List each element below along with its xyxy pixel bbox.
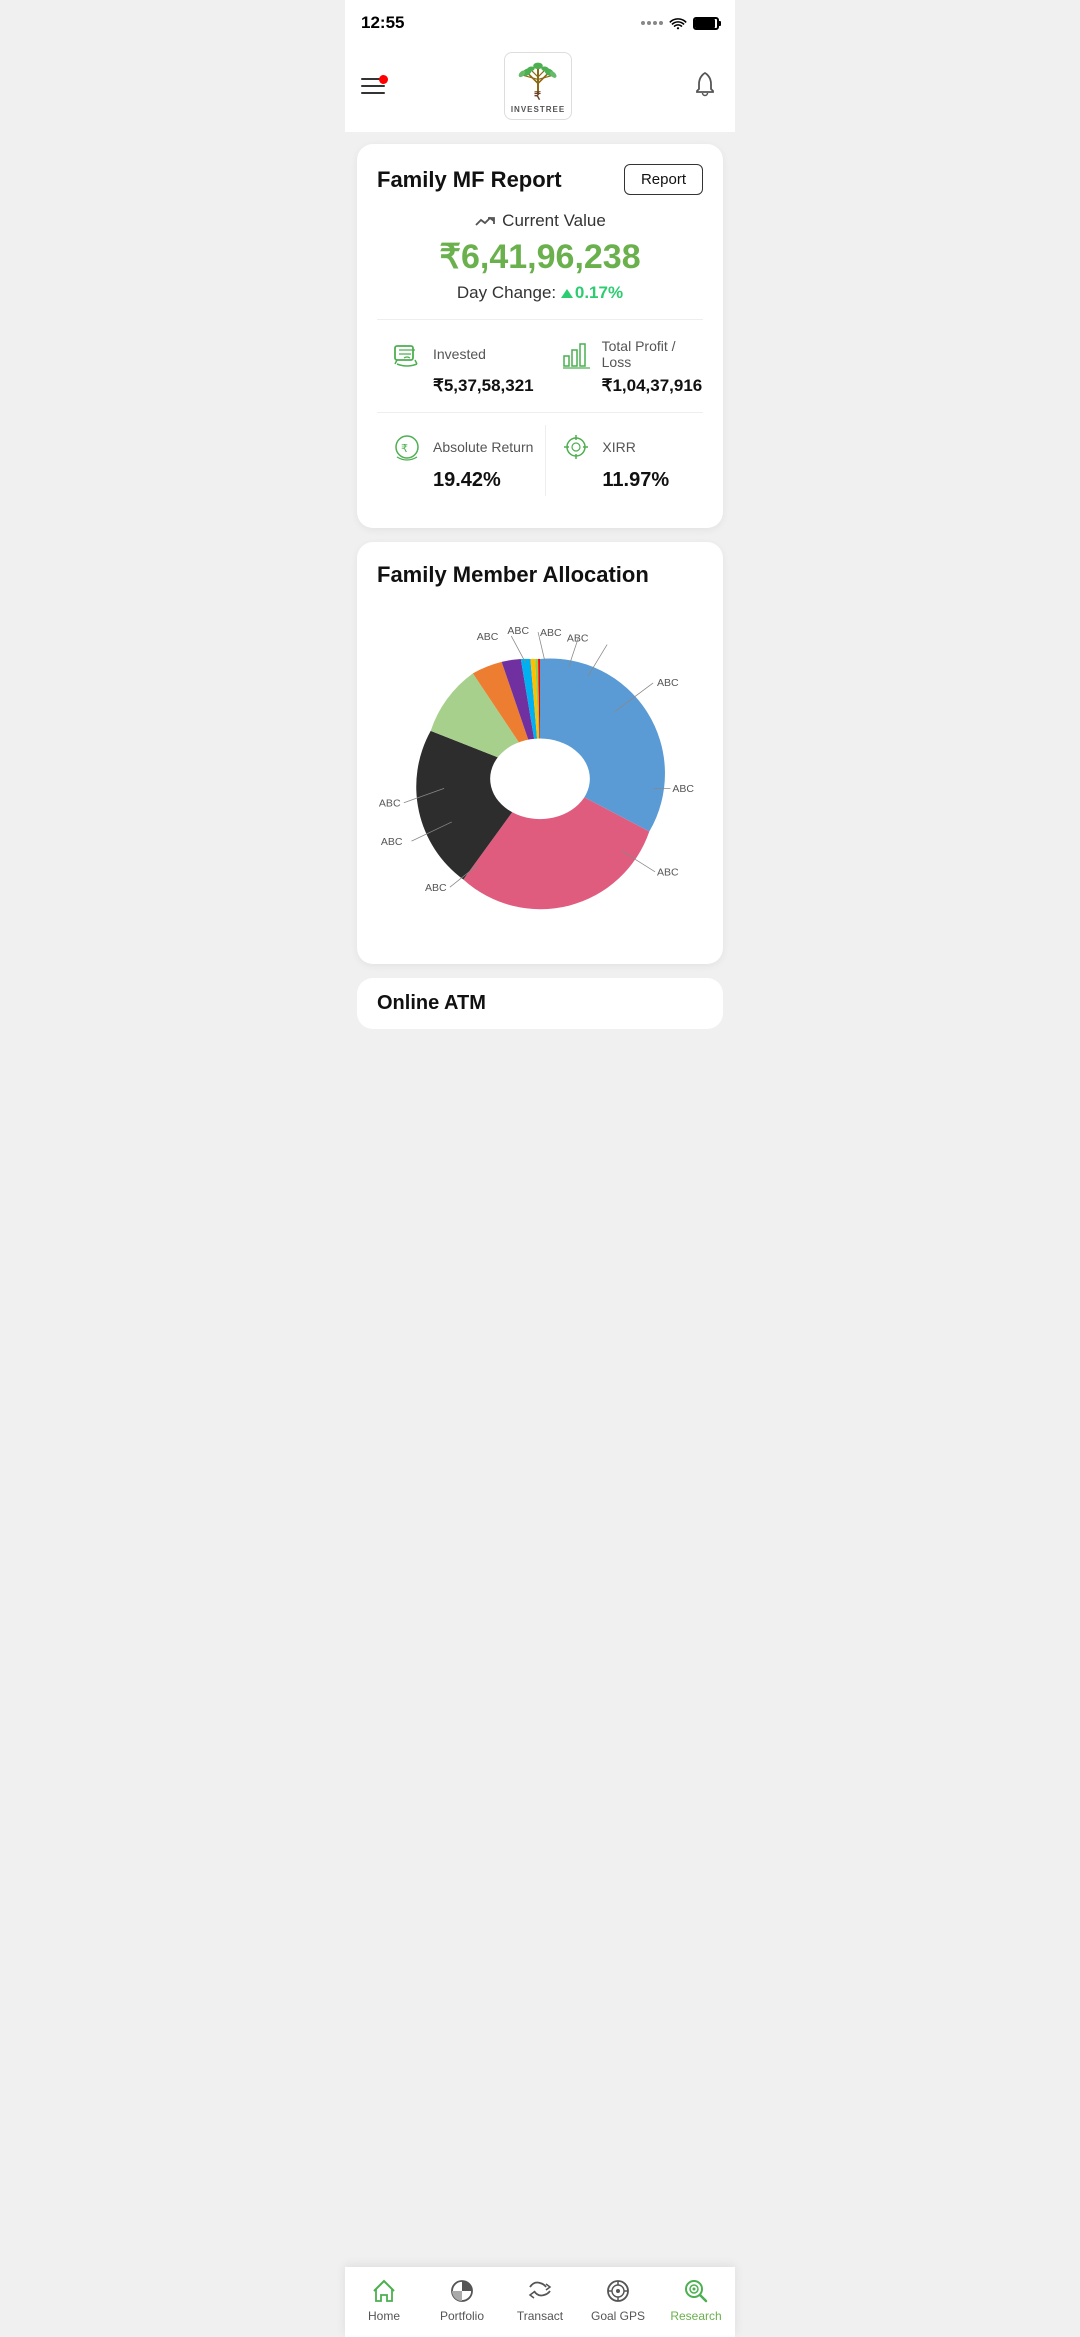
nav-research-label: Research (670, 2309, 721, 2323)
day-change-value: 0.17% (561, 283, 623, 302)
stats-row-1: Invested ₹5,37,58,321 Total Pr (377, 320, 703, 412)
nav-home[interactable]: Home (354, 2277, 414, 2323)
svg-text:ABC: ABC (507, 625, 529, 637)
allocation-title: Family Member Allocation (377, 562, 703, 588)
invested-value: ₹5,37,58,321 (389, 376, 534, 396)
pie-chart-svg: ABC ABC ABC ABC ABC ABC ABC ABC (377, 614, 703, 934)
stat-invested: Invested ₹5,37,58,321 (377, 320, 546, 412)
svg-text:ABC: ABC (381, 836, 403, 848)
home-icon (370, 2277, 398, 2305)
nav-research[interactable]: Research (666, 2277, 726, 2323)
xirr-value: 11.97% (558, 469, 669, 492)
status-time: 12:55 (361, 13, 404, 33)
svg-text:ABC: ABC (657, 677, 679, 689)
day-change: Day Change: 0.17% (377, 283, 703, 303)
wifi-icon (669, 16, 687, 30)
mf-report-header: Family MF Report Report (377, 164, 703, 195)
profit-label: Total Profit / Loss (602, 338, 703, 370)
svg-text:ABC: ABC (477, 631, 499, 643)
research-icon (682, 2277, 710, 2305)
invested-label: Invested (433, 346, 486, 362)
logo-text: INVESTREE (511, 105, 565, 114)
status-bar: 12:55 (345, 0, 735, 44)
nav-transact[interactable]: Transact (510, 2277, 570, 2323)
svg-text:ABC: ABC (672, 783, 694, 795)
menu-notification-dot (379, 75, 388, 84)
svg-text:ABC: ABC (425, 882, 447, 894)
transact-icon (526, 2277, 554, 2305)
current-value-amount: ₹6,41,96,238 (377, 237, 703, 277)
profit-value: ₹1,04,37,916 (558, 376, 703, 396)
nav-goal-gps[interactable]: Goal GPS (588, 2277, 648, 2323)
status-icons (641, 16, 719, 30)
svg-text:₹: ₹ (534, 90, 541, 102)
svg-text:₹: ₹ (401, 443, 408, 455)
svg-text:ABC: ABC (657, 867, 679, 879)
app-logo: ₹ INVESTREE (504, 52, 572, 120)
nav-goal-gps-label: Goal GPS (591, 2309, 645, 2323)
mf-report-title: Family MF Report (377, 167, 562, 193)
stat-profit: Total Profit / Loss ₹1,04,37,916 (546, 320, 715, 412)
bottom-nav: Home Portfolio Transact Goal G (345, 2267, 735, 2337)
nav-home-label: Home (368, 2309, 400, 2323)
current-value-section: Current Value ₹6,41,96,238 Day Change: 0… (377, 211, 703, 303)
mf-report-card: Family MF Report Report Current Value ₹6… (357, 144, 723, 528)
allocation-card: Family Member Allocation (357, 542, 723, 964)
svg-text:ABC: ABC (379, 798, 401, 810)
current-value-label: Current Value (377, 211, 703, 231)
portfolio-icon (448, 2277, 476, 2305)
main-content: Family MF Report Report Current Value ₹6… (345, 132, 735, 1109)
return-value: 19.42% (389, 469, 533, 492)
battery-icon (693, 17, 719, 30)
nav-portfolio-label: Portfolio (440, 2309, 484, 2323)
allocation-chart: ABC ABC ABC ABC ABC ABC ABC ABC (377, 604, 703, 944)
goal-gps-icon (604, 2277, 632, 2305)
stats-grid: Invested ₹5,37,58,321 Total Pr (377, 319, 703, 508)
return-label: Absolute Return (433, 439, 533, 455)
nav-portfolio[interactable]: Portfolio (432, 2277, 492, 2323)
svg-text:ABC: ABC (540, 627, 562, 639)
online-atm-section: Online ATM (357, 978, 723, 1029)
notification-button[interactable] (691, 70, 719, 103)
app-header: ₹ INVESTREE (345, 44, 735, 132)
signal-icon (641, 21, 663, 25)
stat-return: ₹ Absolute Return 19.42% (377, 413, 545, 508)
stats-row-2: ₹ Absolute Return 19.42% (377, 413, 703, 508)
nav-transact-label: Transact (517, 2309, 563, 2323)
up-arrow-icon (561, 289, 573, 298)
xirr-label: XIRR (602, 439, 635, 455)
online-atm-label: Online ATM (377, 992, 486, 1014)
menu-button[interactable] (361, 78, 385, 94)
stat-xirr: XIRR 11.97% (546, 413, 681, 508)
report-button[interactable]: Report (624, 164, 703, 195)
